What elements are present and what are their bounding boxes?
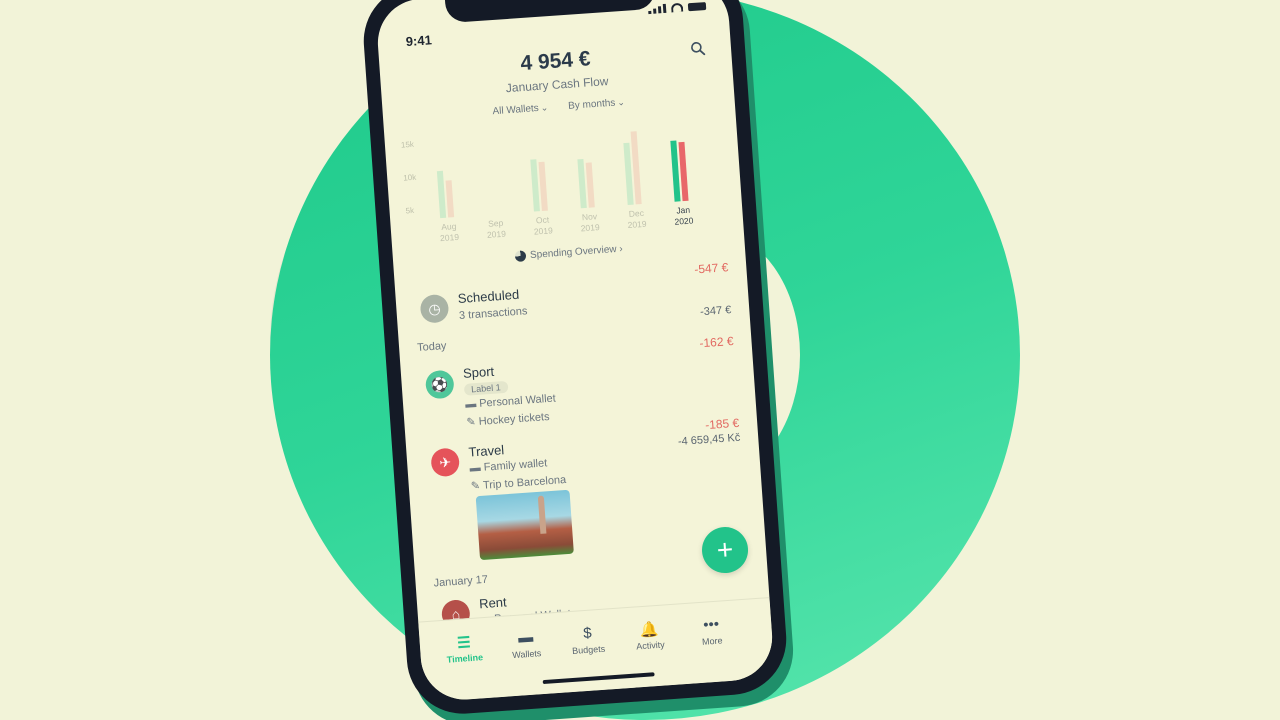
spending-overview-label: Spending Overview (529, 244, 617, 262)
chevron-down-icon: ⌄ (616, 96, 626, 108)
phone-mockup: 9:41 4 954 € January Cash Flow All Walle… (360, 0, 790, 718)
tab-activity[interactable]: 🔔 Activity (619, 618, 681, 652)
chevron-down-icon: ⌄ (540, 102, 549, 113)
wallet-filter-dropdown[interactable]: All Wallets⌄ (492, 102, 548, 117)
airplane-icon: ✈ (430, 447, 461, 478)
label-chip: Label 1 (463, 380, 509, 396)
transaction-title: Travel (468, 442, 505, 460)
home-indicator (542, 672, 655, 685)
scheduled-subtitle: 3 transactions (458, 305, 528, 323)
tab-more[interactable]: ••• More (681, 614, 743, 648)
wallet-name: Personal Wallet (478, 392, 557, 410)
transaction-original-amount: -4 659,45 Kč (677, 431, 741, 449)
chart-month-group[interactable]: Sep 2019 (470, 133, 518, 246)
chevron-right-icon: › (618, 243, 624, 255)
period-filter-label: By months (567, 97, 616, 112)
transaction-note: ✎ Hockey tickets (466, 410, 550, 429)
wallet-name: Family wallet (483, 457, 548, 474)
transaction-note: ✎ Trip to Barcelona (470, 473, 567, 493)
chart-bar-expenses (538, 161, 548, 211)
chart-month-group[interactable]: Oct 2019 (516, 130, 564, 243)
signal-icon (648, 3, 667, 15)
chart-month-group[interactable]: Nov 2019 (563, 127, 611, 240)
search-icon[interactable] (691, 41, 706, 56)
tab-label: Timeline (446, 652, 484, 665)
clock-icon: ◷ (419, 293, 450, 324)
chart-month-group[interactable]: Aug 2019 (423, 136, 471, 249)
chart-month-group[interactable]: Dec 2019 (610, 123, 658, 236)
status-time: 9:41 (405, 32, 433, 50)
timeline-icon: ☰ (456, 634, 472, 652)
transaction-row-travel[interactable]: -185 € -4 659,45 Kč ✈ Travel ▬ Family wa… (429, 416, 747, 567)
transaction-amount: -162 € (699, 333, 734, 351)
x-tick-label: Jan 2020 (674, 204, 694, 227)
note-text: Trip to Barcelona (482, 473, 567, 492)
pencil-icon: ✎ (470, 479, 481, 493)
transaction-wallet: ▬ Family wallet (469, 457, 547, 474)
section-total-today: -347 € (699, 304, 732, 319)
photo-tower (537, 495, 547, 534)
scheduled-title: Scheduled (457, 286, 520, 307)
transaction-amount: -185 € (704, 415, 740, 433)
cashflow-bar-chart: 15k 10k 5k Aug 2019 Sep 2019 Oct 2019 Nov 2019 D… (401, 118, 728, 250)
soccer-ball-icon: ⚽ (424, 369, 455, 400)
tab-wallets[interactable]: ▬ Wallets (495, 627, 557, 661)
tab-label: Activity (635, 639, 666, 652)
tab-label: Wallets (511, 648, 542, 661)
y-tick-label: 10k (402, 172, 417, 183)
pie-chart-icon (514, 250, 527, 262)
scheduled-row[interactable]: -547 € ◷ Scheduled 3 transactions (419, 260, 732, 332)
attachment-photo[interactable] (475, 489, 574, 561)
tab-label: More (701, 635, 723, 647)
wallet-icon: ▬ (469, 461, 482, 475)
transaction-title: Rent (478, 594, 508, 612)
chart-month-group[interactable]: Jan 2020 (657, 120, 705, 233)
y-tick-label: 5k (405, 205, 415, 216)
note-text: Hockey tickets (478, 410, 550, 428)
section-header-today: Today (416, 339, 447, 355)
pencil-icon: ✎ (466, 416, 477, 429)
status-icons (648, 1, 707, 15)
money-bag-icon: $ (582, 624, 593, 643)
more-dots-icon: ••• (702, 615, 720, 634)
app-screen: 9:41 4 954 € January Cash Flow All Walle… (374, 0, 776, 703)
transaction-wallet: ▬ Personal Wallet (465, 393, 556, 411)
section-header-january-17: January 17 (433, 573, 489, 590)
period-filter-dropdown[interactable]: By months⌄ (568, 97, 625, 112)
x-tick-label: Dec 2019 (627, 207, 647, 231)
chart-bar-income (436, 170, 447, 219)
y-tick-label: 15k (400, 139, 415, 150)
battery-icon (687, 2, 707, 12)
scheduled-amount: -547 € (693, 260, 729, 277)
bell-icon: 🔔 (639, 620, 660, 640)
wallet-icon: ▬ (517, 628, 534, 647)
transaction-title: Sport (462, 363, 495, 381)
wallet-filter-label: All Wallets (492, 102, 540, 118)
chart-bar-expenses (445, 179, 455, 218)
wallet-icon: ▬ (464, 398, 477, 411)
x-tick-label: Aug 2019 (439, 221, 460, 244)
tab-timeline[interactable]: ☰ Timeline (433, 631, 495, 665)
chart-bar-expenses (585, 162, 595, 208)
x-tick-label: Oct 2019 (533, 214, 554, 237)
phone-notch (444, 0, 657, 24)
x-tick-label: Nov 2019 (580, 211, 600, 234)
wifi-icon (670, 2, 684, 13)
x-tick-label: Sep 2019 (486, 217, 507, 240)
tab-budgets[interactable]: $ Budgets (557, 623, 619, 657)
tab-label: Budgets (571, 643, 606, 656)
